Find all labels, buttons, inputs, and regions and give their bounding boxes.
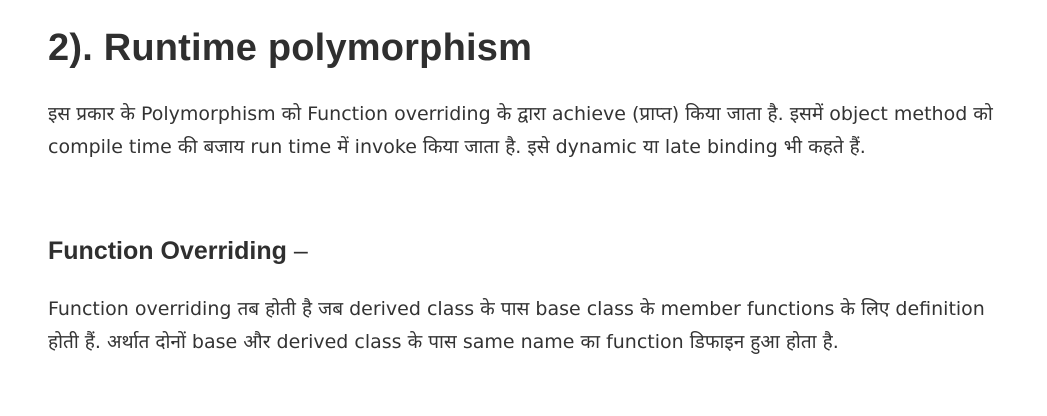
subsection-heading: Function Overriding – xyxy=(48,234,308,268)
subsection-paragraph: Function overriding तब होती है जब derive… xyxy=(48,298,985,353)
intro-paragraph: इस प्रकार के Polymorphism को Function ov… xyxy=(48,103,993,158)
article-content: 2). Runtime polymorphism इस प्रकार के Po… xyxy=(0,0,1047,416)
subsection-separator: – xyxy=(286,237,308,265)
subsection-title: Function Overriding xyxy=(48,237,287,265)
section-heading: 2). Runtime polymorphism xyxy=(48,27,533,69)
